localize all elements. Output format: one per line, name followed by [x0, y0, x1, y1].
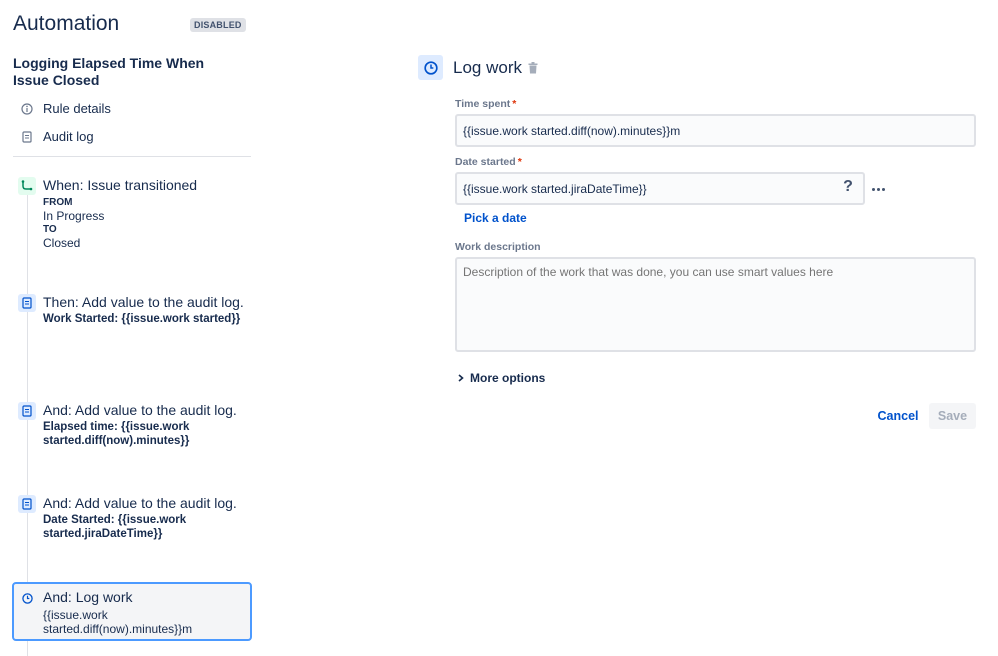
help-icon[interactable]: ?	[838, 178, 858, 200]
trash-icon[interactable]	[528, 61, 540, 74]
step-detail: Work Started: {{issue.work started}}	[43, 313, 241, 325]
time-spent-label: Time spent *	[455, 98, 516, 110]
date-started-label: Date started *	[455, 156, 522, 168]
clock-icon	[418, 55, 443, 80]
step-title: When: Issue transitioned	[43, 177, 198, 193]
document-icon	[20, 130, 34, 144]
info-icon	[20, 102, 34, 116]
rule-step-trigger[interactable]: When: Issue transitioned FROM In Progres…	[18, 177, 250, 250]
audit-log-icon	[18, 495, 36, 513]
work-description-label: Work description	[455, 241, 541, 253]
audit-log-icon	[18, 402, 36, 420]
audit-log-icon	[18, 294, 36, 312]
rule-step-audit-log-3[interactable]: And: Add value to the audit log. Date St…	[18, 495, 250, 541]
from-label: FROM	[43, 197, 73, 208]
nav-rule-details[interactable]: Rule details	[20, 101, 111, 116]
rule-step-log-work[interactable]: And: Log work {{issue.work started.diff(…	[18, 589, 250, 636]
to-label: TO	[43, 224, 57, 235]
date-started-input[interactable]	[455, 172, 865, 205]
panel-title: Log work	[453, 58, 522, 77]
rule-step-audit-log-2[interactable]: And: Add value to the audit log. Elapsed…	[18, 402, 250, 448]
rule-name[interactable]: Logging Elapsed Time When Issue Closed	[13, 55, 243, 89]
status-badge: DISABLED	[190, 18, 246, 32]
pick-a-date-link[interactable]: Pick a date	[464, 211, 527, 225]
clock-icon	[18, 589, 36, 607]
nav-audit-log[interactable]: Audit log	[20, 129, 94, 144]
step-detail: {{issue.work started.diff(now).minutes}}…	[43, 608, 193, 636]
work-description-input[interactable]	[455, 257, 976, 352]
more-options-label: More options	[470, 371, 546, 385]
step-detail: Elapsed time: {{issue.work started.diff(…	[43, 421, 190, 447]
sidebar-divider	[13, 156, 251, 157]
step-title: And: Log work	[43, 589, 133, 605]
step-title: And: Add value to the audit log.	[43, 402, 237, 418]
save-button[interactable]: Save	[929, 403, 976, 429]
rule-sidebar: Automation DISABLED Logging Elapsed Time…	[0, 0, 262, 656]
step-title: Then: Add value to the audit log.	[43, 294, 244, 310]
cancel-button[interactable]: Cancel	[872, 403, 924, 429]
more-actions-icon[interactable]	[868, 180, 888, 198]
time-spent-input[interactable]	[455, 114, 976, 147]
chevron-right-icon	[458, 374, 464, 382]
from-value: In Progress	[43, 209, 105, 223]
more-options-toggle[interactable]: More options	[456, 371, 545, 385]
nav-audit-log-label: Audit log	[43, 129, 94, 144]
rule-step-audit-log-1[interactable]: Then: Add value to the audit log. Work S…	[18, 294, 250, 326]
date-started-label-text: Date started	[455, 156, 516, 168]
nav-rule-details-label: Rule details	[43, 101, 111, 116]
step-detail: Date Started: {{issue.work started.jiraD…	[43, 514, 187, 540]
app-title: Automation	[13, 12, 120, 35]
to-value: Closed	[43, 236, 81, 250]
required-marker: *	[517, 156, 522, 168]
required-marker: *	[512, 98, 517, 110]
time-spent-label-text: Time spent	[455, 98, 511, 110]
transition-icon	[18, 177, 36, 195]
step-title: And: Add value to the audit log.	[43, 495, 237, 511]
